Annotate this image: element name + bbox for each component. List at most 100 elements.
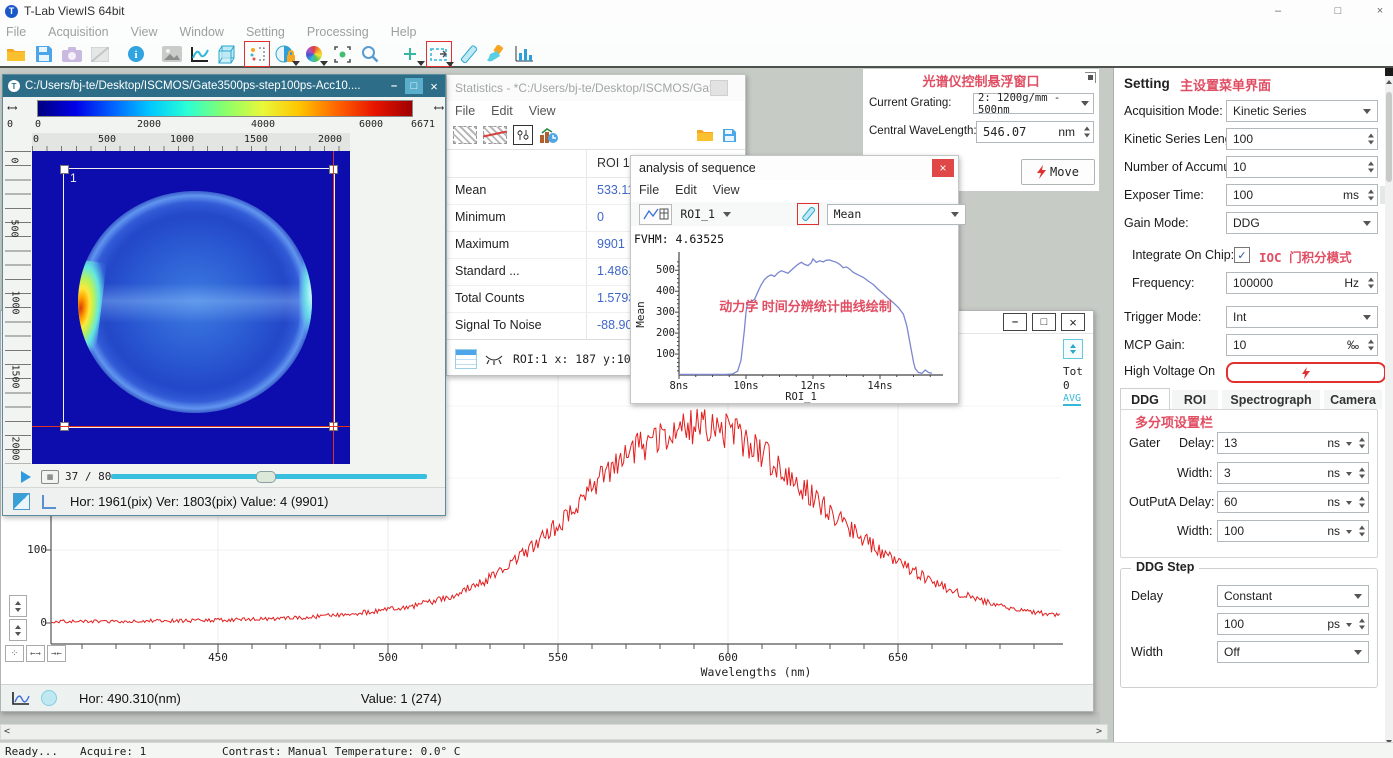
statistics-open-icon[interactable] — [696, 128, 714, 143]
integrate-on-chip-checkbox[interactable]: ✓ — [1234, 247, 1250, 263]
ddg-step-width-select[interactable]: Off — [1217, 641, 1369, 663]
pie-lock-icon[interactable] — [274, 42, 300, 66]
menu-acquisition[interactable]: Acquisition — [48, 25, 108, 39]
maximize-button[interactable]: □ — [1329, 3, 1347, 19]
high-voltage-button[interactable] — [1226, 362, 1386, 383]
menu-view[interactable]: View — [131, 25, 158, 39]
analysis-close-button[interactable]: × — [932, 159, 954, 177]
exposure-time-input[interactable]: 100 ms — [1226, 184, 1378, 206]
analysis-roi-select[interactable]: ROI_1 — [680, 207, 731, 221]
plot-type-icon[interactable] — [639, 203, 673, 225]
statistics-dock-button[interactable] — [710, 80, 728, 96]
scrollbar-up-arrow[interactable] — [1386, 80, 1392, 84]
play-button[interactable] — [21, 470, 31, 483]
colorbar-right-arrows[interactable]: ←→ — [434, 101, 444, 114]
accumulation-down[interactable] — [1368, 168, 1374, 173]
edit-curve-icon[interactable] — [796, 203, 819, 225]
statistics-menu-view[interactable]: View — [529, 104, 556, 118]
tab-roi[interactable]: ROI — [1172, 390, 1218, 409]
mcp-gain-input[interactable]: 10 ‰ — [1226, 334, 1378, 356]
ddg-step-down[interactable] — [1359, 625, 1365, 630]
shrink-x-button[interactable]: →← — [47, 645, 66, 662]
close-button[interactable]: × — [1371, 3, 1389, 19]
frame-mode-icon[interactable]: ▦ — [41, 469, 59, 484]
restore-panel-icon[interactable] — [1085, 72, 1096, 83]
wavelength-decrement-button[interactable] — [1084, 133, 1090, 138]
eye-icon[interactable] — [485, 353, 503, 365]
image-titlebar[interactable]: T C:/Users/bj-te/Desktop/ISCMOS/Gate3500… — [3, 75, 445, 97]
frequency-down[interactable] — [1368, 284, 1374, 289]
image-minimize-button[interactable]: – — [385, 78, 403, 94]
open-folder-icon[interactable] — [4, 42, 28, 66]
horizontal-scrollbar[interactable]: < > — [0, 724, 1108, 740]
outputa-delay-down[interactable] — [1359, 503, 1365, 508]
gain-mode-select[interactable]: DDG — [1226, 212, 1378, 234]
kinetic-length-down[interactable] — [1368, 140, 1374, 145]
kinetic-length-input[interactable]: 100 — [1226, 128, 1378, 150]
cube-3d-icon[interactable] — [216, 42, 240, 66]
accumulation-up[interactable] — [1368, 161, 1374, 166]
grating-select[interactable]: 2: 1200g/mm - 500nm — [973, 92, 1094, 116]
axes-icon[interactable] — [42, 494, 56, 509]
contrast-icon[interactable] — [13, 493, 30, 510]
mcp-down[interactable] — [1368, 346, 1374, 351]
autoscale-icon[interactable] — [1063, 339, 1083, 359]
roi-hatch-icon[interactable] — [453, 126, 477, 144]
tab-camera[interactable]: Camera — [1324, 390, 1382, 409]
focus-icon[interactable] — [330, 42, 354, 66]
scroll-left-arrow[interactable]: < — [4, 726, 10, 737]
statistics-menu-file[interactable]: File — [455, 104, 475, 118]
expand-x-button[interactable]: ←→ — [26, 645, 45, 662]
menu-help[interactable]: Help — [391, 25, 417, 39]
analysis-titlebar[interactable]: analysis of sequence × — [631, 156, 958, 180]
table-view-icon[interactable] — [455, 349, 477, 369]
y-zoom-stepper[interactable] — [9, 595, 27, 617]
image-canvas[interactable]: 1 — [32, 151, 350, 464]
scroll-right-arrow[interactable]: > — [1096, 726, 1102, 737]
exposure-down[interactable] — [1368, 196, 1374, 201]
picture-icon[interactable] — [160, 42, 184, 66]
statistics-menu-edit[interactable]: Edit — [491, 104, 513, 118]
image-close-button[interactable]: × — [425, 78, 443, 94]
analysis-menu-edit[interactable]: Edit — [675, 183, 697, 197]
kinetic-length-up[interactable] — [1368, 133, 1374, 138]
info-icon[interactable]: i — [124, 42, 148, 66]
color-wheel-icon[interactable] — [302, 42, 328, 66]
gater-delay-up[interactable] — [1359, 437, 1365, 442]
side-panel-avg-button[interactable]: AVG — [1063, 393, 1082, 406]
roi-handle-nw[interactable] — [60, 165, 69, 174]
outputa-delay-input[interactable]: 60 ns — [1217, 491, 1369, 513]
tab-spectrograph[interactable]: Spectrograph — [1222, 390, 1320, 409]
curve-icon[interactable] — [188, 42, 212, 66]
menu-file[interactable]: File — [6, 25, 26, 39]
minimize-button[interactable]: – — [1269, 3, 1287, 19]
analysis-menu-file[interactable]: File — [639, 183, 659, 197]
move-button[interactable]: Move — [1021, 159, 1095, 185]
ddg-step-up[interactable] — [1359, 618, 1365, 623]
frame-slider-handle[interactable] — [256, 471, 277, 483]
menu-window[interactable]: Window — [179, 25, 223, 39]
mcp-up[interactable] — [1368, 339, 1374, 344]
curve-mode-icon[interactable] — [11, 690, 31, 706]
cursor-mode-icon[interactable] — [41, 690, 57, 706]
statistics-save-icon[interactable] — [722, 128, 737, 143]
menu-setting[interactable]: Setting — [246, 25, 285, 39]
trigger-mode-select[interactable]: Int — [1226, 306, 1378, 328]
roi-rectangle[interactable]: 1 — [60, 165, 338, 431]
y-pan-stepper[interactable] — [9, 619, 27, 641]
image-maximize-button[interactable]: □ — [405, 78, 423, 94]
wavelength-increment-button[interactable] — [1084, 126, 1090, 131]
panel-scrollbar[interactable] — [1385, 68, 1393, 758]
save-icon[interactable] — [32, 42, 56, 66]
zoom-icon[interactable] — [358, 42, 382, 66]
ddg-step-size-input[interactable]: 100 ps — [1217, 613, 1369, 635]
gater-width-input[interactable]: 3 ns — [1217, 462, 1369, 484]
outputa-delay-up[interactable] — [1359, 496, 1365, 501]
gater-width-down[interactable] — [1359, 474, 1365, 479]
statistics-options-icon[interactable] — [513, 125, 533, 145]
roi-hatch-remove-icon[interactable] — [483, 126, 507, 144]
gater-delay-input[interactable]: 13 ns — [1217, 432, 1369, 454]
select-region-icon[interactable] — [426, 41, 454, 67]
statistics-titlebar[interactable]: Statistics - *C:/Users/bj-te/Desktop/ISC… — [447, 75, 745, 101]
outputa-width-up[interactable] — [1359, 525, 1365, 530]
